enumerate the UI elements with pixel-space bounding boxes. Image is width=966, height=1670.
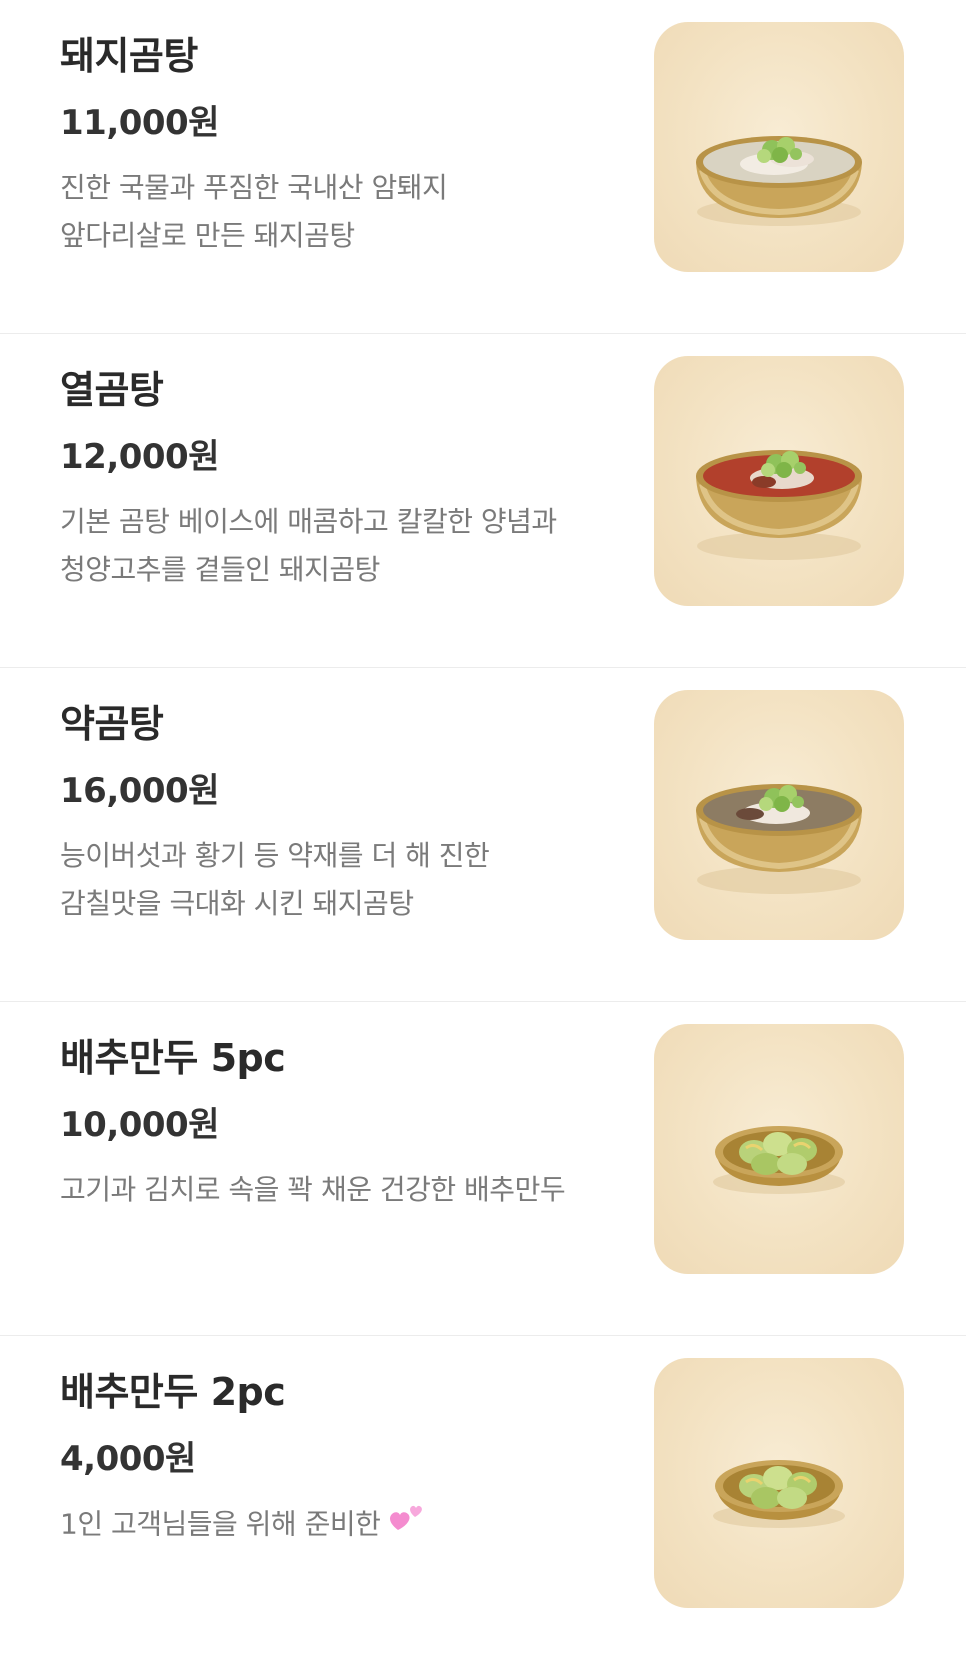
menu-item-name: 열곰탕	[60, 368, 164, 412]
menu-list: 돼지곰탕 11,000원 진한 국물과 푸짐한 국내산 암퇘지 앞다리살로 만든…	[0, 0, 966, 1670]
menu-item-dwaeji-gomtang[interactable]: 돼지곰탕 11,000원 진한 국물과 푸짐한 국내산 암퇘지 앞다리살로 만든…	[0, 0, 966, 334]
menu-item-photo[interactable]	[654, 1024, 904, 1274]
menu-item-description: 진한 국물과 푸짐한 국내산 암퇘지 앞다리살로 만든 돼지곰탕	[60, 171, 448, 252]
menu-item-price: 16,000원	[60, 771, 219, 811]
menu-item-photo[interactable]	[654, 1358, 904, 1608]
menu-item-photo[interactable]	[654, 690, 904, 940]
menu-item-name: 배추만두 2pc	[60, 1370, 286, 1414]
menu-item-description-text: 1인 고객님들을 위해 준비한	[60, 1507, 381, 1541]
dark-broth-bowl-image	[696, 784, 862, 894]
menu-item-description: 능이버섯과 황기 등 약재를 더 해 진한 감칠맛을 극대화 시킨 돼지곰탕	[60, 839, 490, 920]
clear-broth-bowl-image	[696, 136, 862, 226]
dumpling-plate-image	[713, 1126, 845, 1194]
red-broth-bowl-image	[696, 450, 862, 560]
menu-item-cabbage-dumpling-2pc[interactable]: 배추만두 2pc 4,000원 1인 고객님들을 위해 준비한	[0, 1336, 966, 1670]
menu-item-description: 기본 곰탕 베이스에 매콤하고 칼칼한 양념과 청양고추를 곁들인 돼지곰탕	[60, 505, 557, 586]
menu-item-price: 4,000원	[60, 1439, 196, 1479]
menu-item-name: 배추만두 5pc	[60, 1036, 286, 1080]
menu-item-description: 고기과 김치로 속을 꽉 채운 건강한 배추만두	[60, 1173, 566, 1206]
menu-item-text: 열곰탕 12,000원 기본 곰탕 베이스에 매콤하고 칼칼한 양념과 청양고추…	[60, 364, 620, 594]
menu-item-description: 1인 고객님들을 위해 준비한	[60, 1500, 620, 1551]
menu-item-name: 돼지곰탕	[60, 34, 198, 78]
menu-item-yeol-gomtang[interactable]: 열곰탕 12,000원 기본 곰탕 베이스에 매콤하고 칼칼한 양념과 청양고추…	[0, 334, 966, 668]
menu-item-price: 10,000원	[60, 1105, 219, 1145]
menu-item-text: 돼지곰탕 11,000원 진한 국물과 푸짐한 국내산 암퇘지 앞다리살로 만든…	[60, 30, 620, 260]
menu-item-photo[interactable]	[654, 22, 904, 272]
menu-item-price: 11,000원	[60, 103, 219, 143]
menu-item-text: 배추만두 2pc 4,000원 1인 고객님들을 위해 준비한	[60, 1366, 620, 1551]
menu-item-text: 약곰탕 16,000원 능이버섯과 황기 등 약재를 더 해 진한 감칠맛을 극…	[60, 698, 620, 928]
menu-item-photo[interactable]	[654, 356, 904, 606]
dumpling-plate-image	[713, 1460, 845, 1528]
menu-item-cabbage-dumpling-5pc[interactable]: 배추만두 5pc 10,000원 고기과 김치로 속을 꽉 채운 건강한 배추만…	[0, 1002, 966, 1336]
menu-item-name: 약곰탕	[60, 702, 164, 746]
menu-item-yak-gomtang[interactable]: 약곰탕 16,000원 능이버섯과 황기 등 약재를 더 해 진한 감칠맛을 극…	[0, 668, 966, 1002]
menu-item-price: 12,000원	[60, 437, 219, 477]
two-hearts-icon	[388, 1500, 428, 1551]
menu-item-text: 배추만두 5pc 10,000원 고기과 김치로 속을 꽉 채운 건강한 배추만…	[60, 1032, 620, 1214]
